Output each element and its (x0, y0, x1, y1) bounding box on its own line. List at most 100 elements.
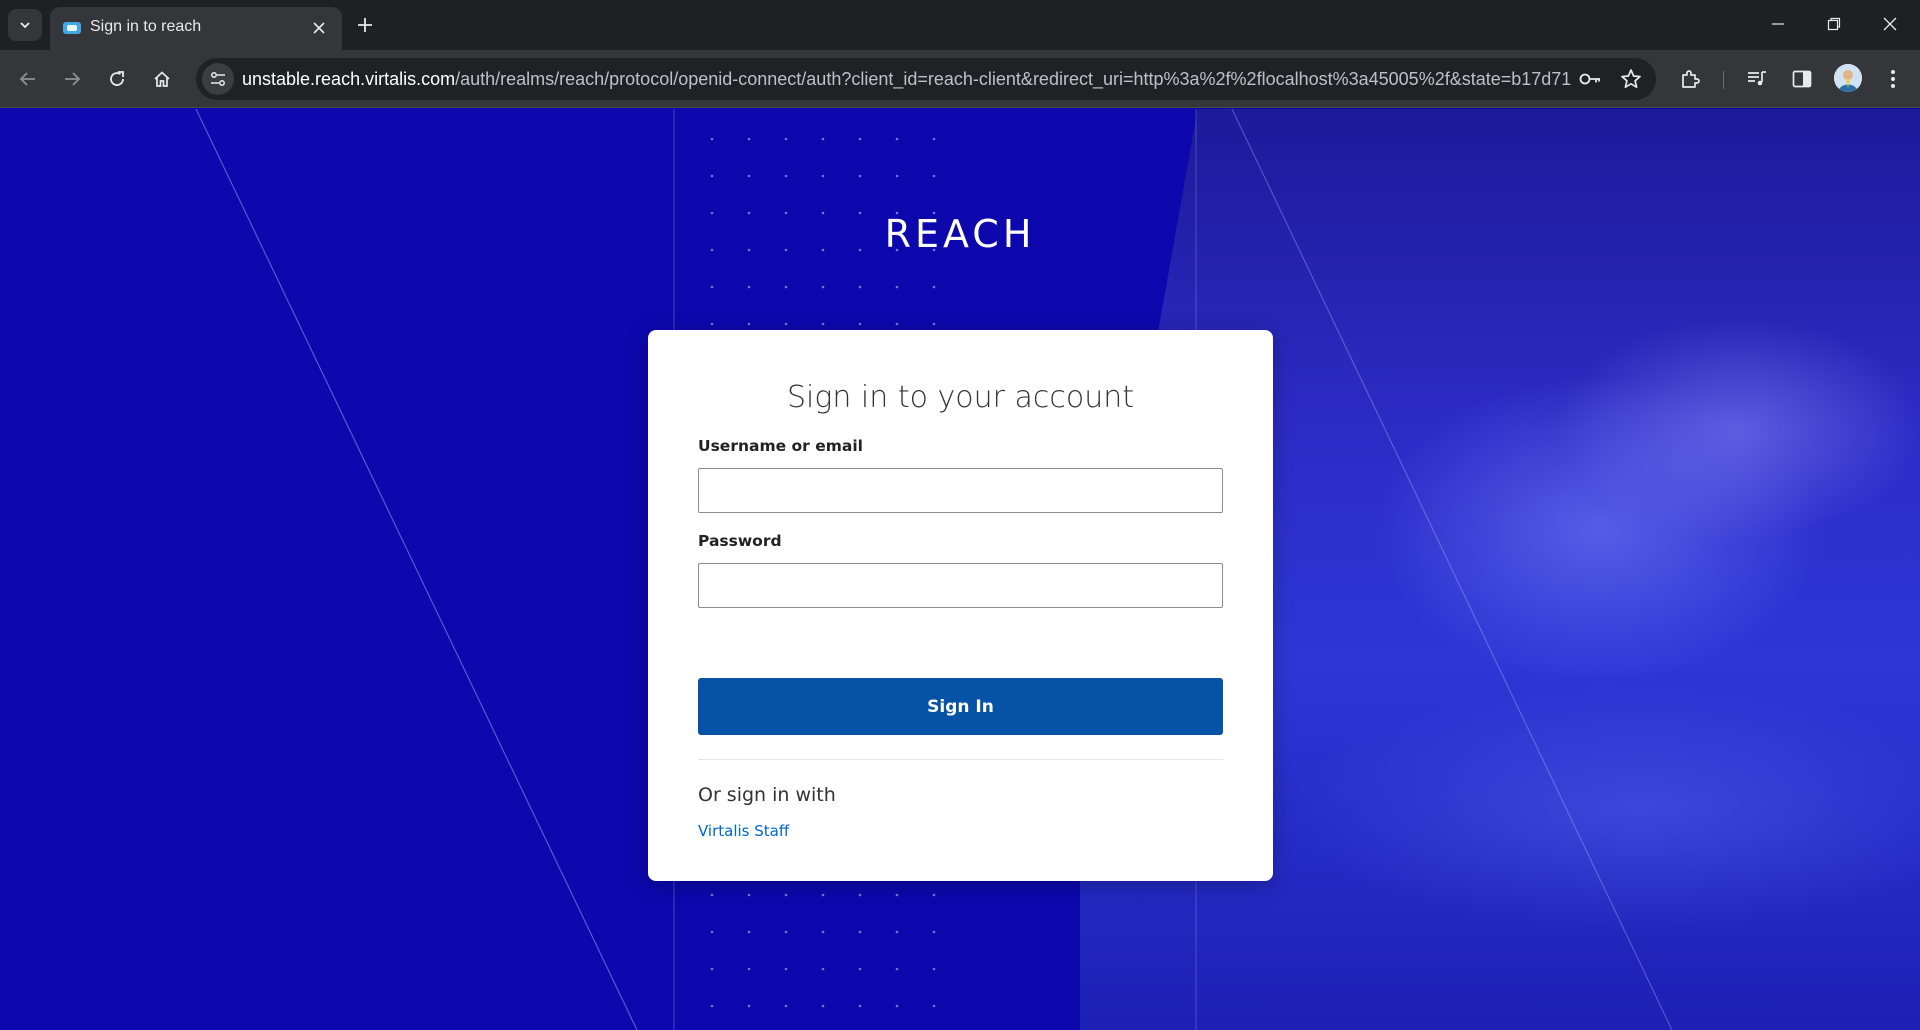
decor-dot (895, 322, 899, 326)
decor-dot (932, 322, 936, 326)
decor-dot (747, 322, 751, 326)
sign-in-button[interactable]: Sign In (698, 678, 1223, 735)
side-panel-button[interactable] (1788, 65, 1816, 93)
decor-dot (858, 930, 862, 934)
decor-dot (710, 967, 714, 971)
tab-close-button[interactable] (308, 17, 330, 39)
arrow-left-icon (19, 72, 35, 86)
reload-button[interactable] (101, 63, 133, 95)
forward-button[interactable] (56, 63, 88, 95)
login-page: REACH Sign in to your account Username o… (0, 109, 1920, 1030)
tab-search-button[interactable] (8, 9, 42, 41)
decor-dot (784, 137, 788, 141)
url-path: /auth/realms/reach/protocol/openid-conne… (455, 69, 1572, 89)
side-panel-icon (1792, 70, 1812, 88)
close-icon (1883, 17, 1897, 31)
minimize-icon (1772, 23, 1784, 25)
decor-dot (895, 174, 899, 178)
decor-dot (895, 893, 899, 897)
back-button[interactable] (12, 63, 44, 95)
decor-dot (821, 322, 825, 326)
decor-dot (932, 967, 936, 971)
decor-dot (895, 1004, 899, 1008)
decor-dot (932, 893, 936, 897)
home-button[interactable] (146, 63, 178, 95)
close-icon (313, 22, 325, 34)
restore-button[interactable] (1812, 8, 1856, 40)
decor-dot (932, 1004, 936, 1008)
reload-icon (110, 71, 124, 86)
bookmark-star-button[interactable] (1619, 67, 1643, 91)
decor-dot (858, 967, 862, 971)
decor-dot (932, 930, 936, 934)
decor-dot (784, 285, 788, 289)
decor-dot (710, 174, 714, 178)
plus-icon (358, 18, 372, 32)
minimize-button[interactable] (1756, 8, 1800, 40)
decor-dot (710, 930, 714, 934)
decor-dot (821, 930, 825, 934)
decor-dot (747, 967, 751, 971)
restore-icon (1827, 17, 1841, 31)
arrow-right-icon (65, 72, 81, 86)
profile-avatar[interactable] (1834, 64, 1862, 92)
decor-dot (858, 893, 862, 897)
decor-dot (710, 285, 714, 289)
decor-dot (747, 137, 751, 141)
decor-dot (747, 893, 751, 897)
decor-dot (858, 322, 862, 326)
url-host: unstable.reach.virtalis.com (242, 69, 456, 89)
extensions-button[interactable] (1677, 65, 1705, 93)
divider (698, 759, 1223, 760)
decor-dot (858, 1004, 862, 1008)
active-tab[interactable]: Sign in to reach (50, 7, 342, 50)
new-tab-button[interactable] (352, 12, 378, 38)
virtalis-staff-link[interactable]: Virtalis Staff (698, 822, 789, 840)
decor-dot (932, 137, 936, 141)
tune-icon (211, 72, 225, 86)
puzzle-icon (1682, 70, 1700, 88)
decor-dot (895, 930, 899, 934)
decor-dot (821, 967, 825, 971)
decor-dot (710, 322, 714, 326)
avatar-icon (1834, 64, 1862, 92)
decor-dot (821, 285, 825, 289)
url-text: unstable.reach.virtalis.com/auth/realms/… (242, 69, 1572, 90)
username-label: Username or email (698, 437, 863, 455)
brand-logo-text: REACH (884, 212, 1036, 256)
decor-dot (784, 893, 788, 897)
site-info-button[interactable] (202, 63, 234, 95)
media-controls-button[interactable] (1743, 65, 1771, 93)
close-window-button[interactable] (1868, 8, 1912, 40)
or-sign-in-with-text: Or sign in with (698, 784, 836, 806)
address-bar[interactable]: unstable.reach.virtalis.com/auth/realms/… (196, 58, 1656, 100)
password-label: Password (698, 532, 782, 550)
decor-dot (710, 1004, 714, 1008)
decor-dot (821, 893, 825, 897)
chevron-down-icon (20, 22, 30, 29)
reach-favicon-icon (63, 22, 81, 34)
browser-menu-button[interactable] (1879, 65, 1907, 93)
password-input[interactable] (698, 563, 1223, 608)
decor-dot (821, 1004, 825, 1008)
password-key-button[interactable] (1578, 67, 1602, 91)
decor-dot (784, 967, 788, 971)
decor-dot (784, 174, 788, 178)
login-card: Sign in to your account Username or emai… (648, 330, 1273, 881)
decor-dot (710, 893, 714, 897)
decor-dot (784, 930, 788, 934)
decor-dot (747, 285, 751, 289)
card-title: Sign in to your account (787, 380, 1134, 415)
decor-dot (858, 174, 862, 178)
key-icon (1579, 73, 1600, 85)
decor-dot (932, 285, 936, 289)
username-input[interactable] (698, 468, 1223, 513)
more-vertical-icon (1891, 70, 1895, 88)
decor-dot (821, 137, 825, 141)
decor-dot (895, 285, 899, 289)
decor-dot (784, 1004, 788, 1008)
tab-strip: Sign in to reach (0, 0, 1920, 50)
tab-title: Sign in to reach (90, 18, 202, 35)
browser-toolbar: unstable.reach.virtalis.com/auth/realms/… (0, 50, 1920, 108)
decor-dot (784, 322, 788, 326)
